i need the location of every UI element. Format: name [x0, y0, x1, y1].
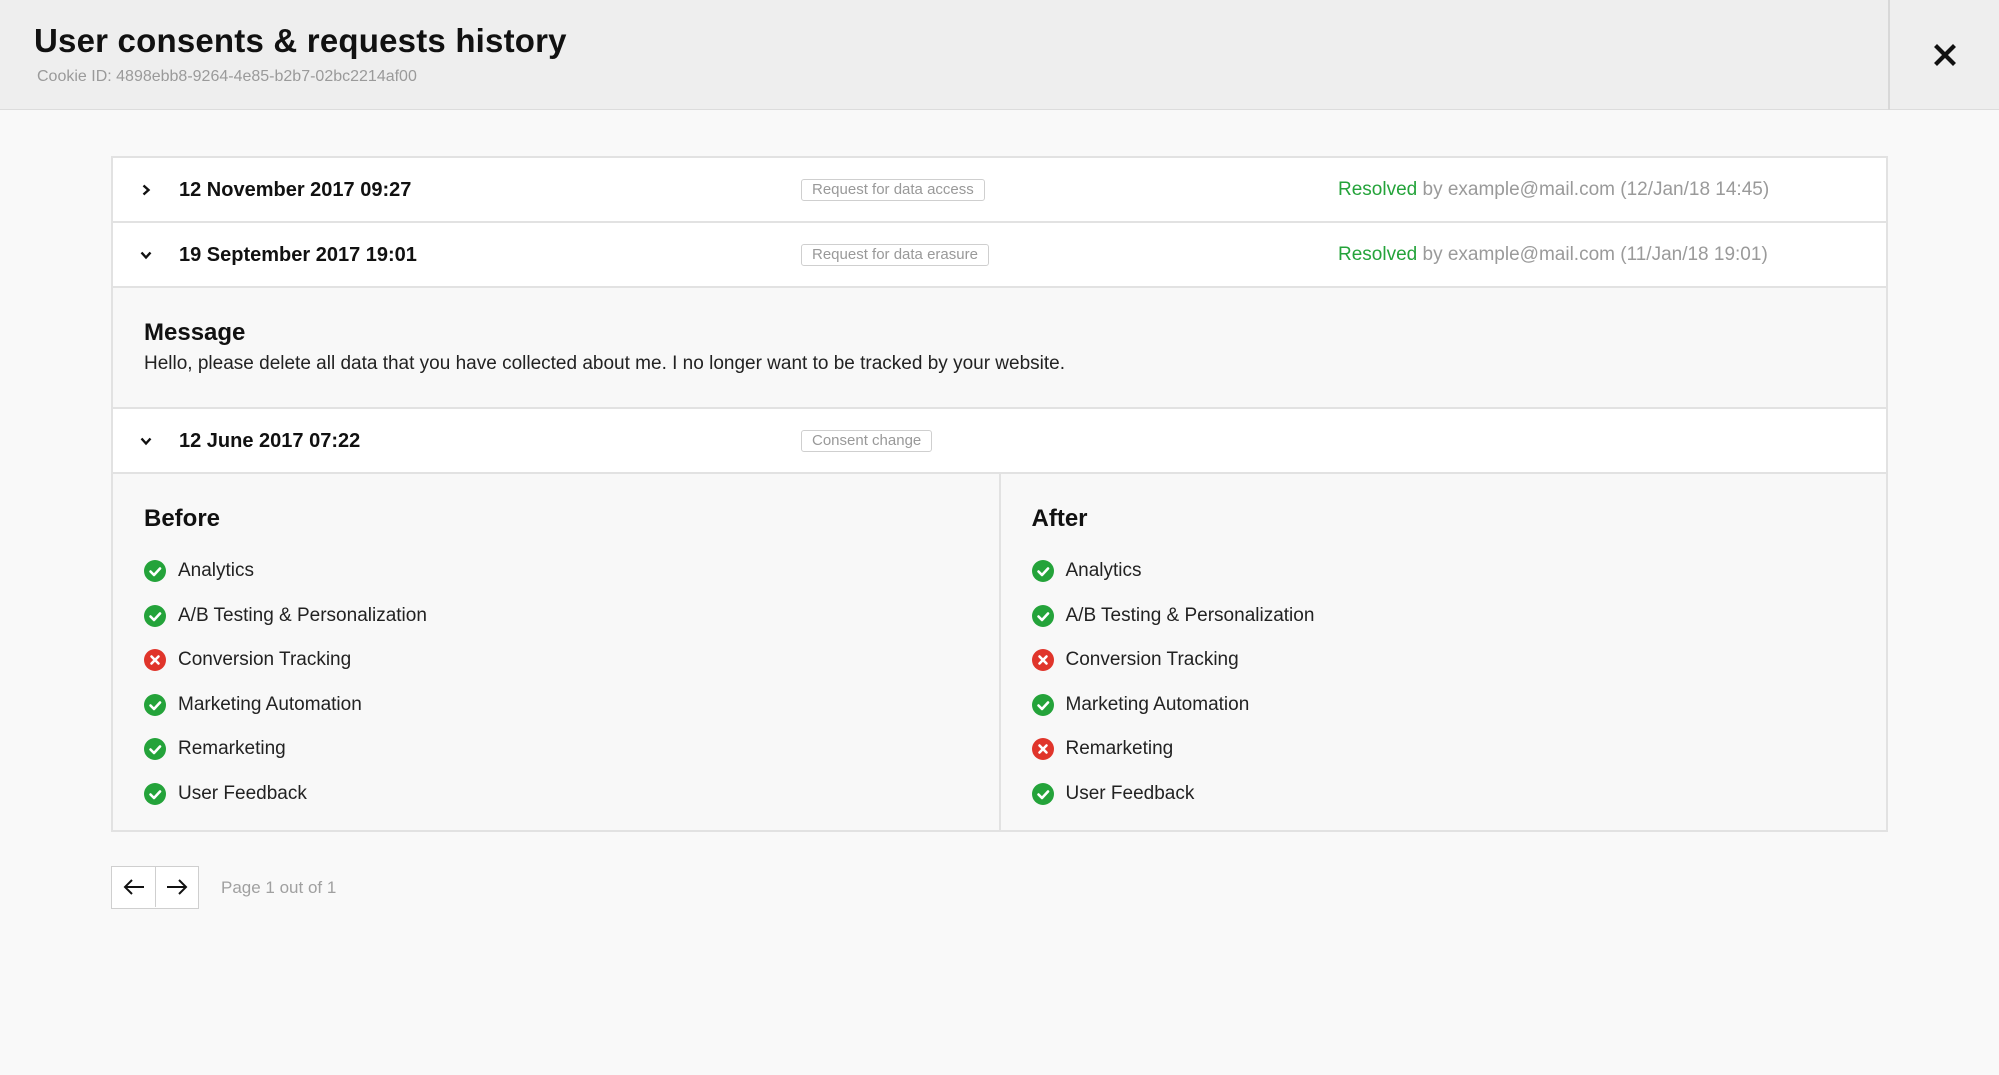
history-date: 19 September 2017 19:01 [179, 244, 417, 266]
check-circle-icon [1031, 560, 1054, 583]
arrow-left-icon [123, 879, 144, 895]
page-indicator: Page 1 out of 1 [221, 877, 337, 897]
consent-item: Analytics [144, 549, 968, 594]
consent-list: Analytics A/B Testing & Personalization Co… [144, 549, 968, 816]
consent-label: Remarketing [1065, 738, 1174, 760]
before-title: Before [144, 505, 221, 532]
history-row[interactable]: 19 September 2017 19:01 Request for data… [113, 223, 1886, 288]
page-title: User consents & requests history [34, 22, 567, 59]
request-type-badge: Request for data access [801, 179, 985, 201]
consent-item: Marketing Automation [1031, 683, 1856, 728]
history-row[interactable]: 12 June 2017 07:22 Consent change [113, 409, 1886, 474]
consent-label: Analytics [1065, 560, 1142, 582]
consent-item: User Feedback [144, 772, 968, 817]
status-badge: Resolved [1338, 244, 1418, 265]
consents-before: Before Analytics A/B Testing & Personaliz… [113, 474, 999, 830]
consent-list: Analytics A/B Testing & Personalization Co… [1031, 549, 1856, 817]
consent-item: Marketing Automation [144, 683, 968, 728]
x-circle-icon [1031, 649, 1054, 672]
x-circle-icon [1031, 738, 1054, 761]
status-text: Resolved by example@mail.com (12/Jan/18 … [1338, 179, 1769, 201]
history-date: 12 November 2017 09:27 [179, 179, 412, 201]
consent-label: User Feedback [178, 782, 307, 804]
chevron-down-icon[interactable] [139, 223, 153, 286]
check-circle-icon [144, 782, 166, 805]
modal-header: User consents & requests history Cookie … [0, 0, 1999, 110]
chevron-down-icon[interactable] [139, 409, 153, 472]
check-circle-icon [1031, 693, 1054, 716]
consents-after: After Analytics A/B Testing & Personaliza… [998, 474, 1887, 830]
check-circle-icon [1031, 782, 1054, 805]
x-circle-icon [144, 649, 166, 672]
history-row[interactable]: 12 November 2017 09:27 Request for data … [113, 158, 1886, 223]
consent-item: Remarketing [1031, 727, 1856, 772]
cookie-id: Cookie ID: 4898ebb8-9264-4e85-b2b7-02bc2… [37, 68, 417, 85]
after-title: After [1031, 505, 1088, 532]
consent-item: Analytics [1031, 549, 1856, 594]
chevron-right-icon[interactable] [139, 158, 153, 221]
resolved-by: by example@mail.com (11/Jan/18 19:01) [1422, 244, 1768, 265]
consent-label: A/B Testing & Personalization [1065, 604, 1315, 626]
check-circle-icon [1031, 604, 1054, 627]
consent-label: Marketing Automation [178, 693, 362, 715]
arrow-right-icon [167, 879, 188, 895]
next-page-button[interactable] [155, 867, 198, 907]
message-panel: Message Hello, please delete all data th… [113, 288, 1886, 409]
prev-page-button[interactable] [112, 867, 155, 907]
consent-item: Conversion Tracking [144, 638, 968, 683]
check-circle-icon [144, 738, 166, 761]
message-title: Message [144, 319, 246, 346]
pagination: Page 1 out of 1 [111, 866, 336, 909]
consent-item: Remarketing [144, 727, 968, 772]
consent-label: Marketing Automation [1065, 693, 1250, 715]
consent-item: User Feedback [1031, 772, 1856, 817]
consent-label: Analytics [178, 560, 255, 582]
close-button[interactable] [1888, 0, 1999, 110]
message-body: Hello, please delete all data that you h… [144, 353, 1066, 374]
pagination-buttons [111, 866, 199, 909]
consent-change-panel: Before Analytics A/B Testing & Personaliz… [113, 474, 1886, 830]
consent-label: Conversion Tracking [178, 649, 352, 671]
consent-item: A/B Testing & Personalization [1031, 594, 1856, 639]
consent-label: Remarketing [178, 738, 286, 760]
history-table: 12 November 2017 09:27 Request for data … [111, 156, 1888, 832]
close-icon [1933, 44, 1956, 66]
consent-label: A/B Testing & Personalization [178, 604, 427, 626]
check-circle-icon [144, 604, 166, 627]
consent-item: Conversion Tracking [1031, 638, 1856, 683]
consent-label: Conversion Tracking [1065, 649, 1239, 671]
check-circle-icon [144, 560, 166, 583]
consent-item: A/B Testing & Personalization [144, 594, 968, 639]
consent-label: User Feedback [1065, 782, 1195, 804]
request-type-badge: Consent change [801, 430, 933, 452]
history-date: 12 June 2017 07:22 [179, 430, 361, 452]
status-text: Resolved by example@mail.com (11/Jan/18 … [1338, 244, 1768, 266]
resolved-by: by example@mail.com (12/Jan/18 14:45) [1422, 179, 1770, 200]
request-type-badge: Request for data erasure [801, 244, 989, 266]
status-badge: Resolved [1338, 179, 1418, 200]
check-circle-icon [144, 693, 166, 716]
